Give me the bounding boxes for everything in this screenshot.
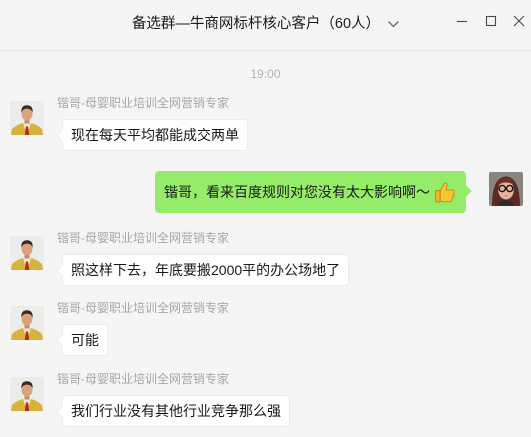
sender-name: 锴哥-母婴职业培训全网营销专家 (57, 372, 229, 386)
message-text: 我们行业没有其他行业竞争那么强 (71, 403, 281, 419)
message-bubble[interactable]: 现在每天平均都能成交两单 (62, 119, 248, 151)
message-bubble-self[interactable]: 锴哥，看来百度规则对您没有太大影响啊～ (155, 171, 466, 213)
chevron-down-icon (387, 21, 399, 28)
sender-name: 锴哥-母婴职业培训全网营销专家 (57, 96, 229, 110)
sender-name: 锴哥-母婴职业培训全网营销专家 (57, 231, 229, 245)
chat-title-dropdown[interactable]: 备选群—牛商网标杆核心客户（60人） (132, 14, 399, 34)
message-bubble[interactable]: 照这样下去，年底要搬2000平的办公场地了 (62, 254, 350, 286)
thumbs-up-icon (435, 182, 455, 203)
sender-avatar[interactable] (10, 377, 44, 411)
sender-name: 锴哥-母婴职业培训全网营销专家 (57, 301, 229, 315)
title-bar: 备选群—牛商网标杆核心客户（60人） (0, 0, 531, 51)
maximize-button[interactable] (483, 13, 499, 29)
message-text: 照这样下去，年底要搬2000平的办公场地了 (71, 262, 341, 278)
message-text: 现在每天平均都能成交两单 (71, 127, 239, 143)
minimize-icon (457, 20, 467, 23)
self-avatar[interactable] (489, 172, 523, 206)
message-text: 锴哥，看来百度规则对您没有太大影响啊～ (164, 184, 430, 200)
sender-avatar[interactable] (10, 236, 44, 270)
close-button[interactable] (511, 13, 527, 29)
message-bubble[interactable]: 我们行业没有其他行业竞争那么强 (62, 395, 290, 427)
close-icon (513, 15, 525, 27)
sender-avatar[interactable] (10, 101, 44, 135)
maximize-icon (485, 15, 497, 27)
chat-title: 备选群—牛商网标杆核心客户（60人） (131, 16, 381, 32)
sender-avatar[interactable] (10, 306, 44, 340)
message-bubble[interactable]: 可能 (62, 324, 108, 356)
minimize-button[interactable] (454, 13, 470, 29)
message-text: 可能 (71, 332, 99, 348)
message-timestamp: 19:00 (250, 67, 281, 81)
